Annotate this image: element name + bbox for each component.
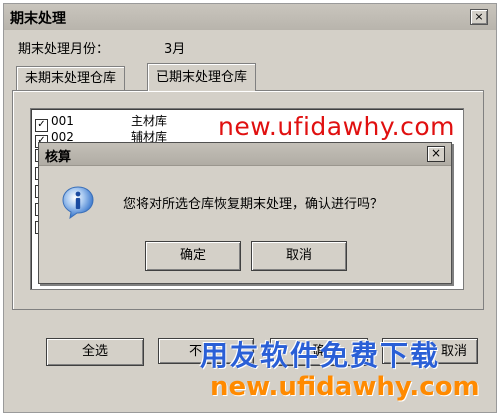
watermark-blue: 用友软件免费下载 — [200, 339, 441, 372]
tab-unprocessed-warehouses[interactable]: 未期末处理仓库 — [16, 66, 126, 91]
window-titlebar: 期末处理 × — [4, 4, 496, 30]
window-close-button[interactable]: × — [470, 9, 488, 25]
info-icon — [62, 186, 94, 219]
dialog-cancel-button[interactable]: 取消 — [251, 241, 347, 271]
dialog-close-button[interactable]: × — [427, 146, 445, 162]
select-all-button[interactable]: 全选 — [46, 338, 144, 366]
dialog-titlebar: 核算 × — [39, 143, 451, 166]
window-title: 期末处理 — [10, 11, 66, 27]
dialog-message: 您将对所选仓库恢复期末处理，确认进行吗？ — [123, 197, 384, 212]
watermark-red: new.ufidawhy.com — [218, 112, 455, 141]
dialog-title: 核算 — [45, 150, 72, 165]
watermark-orange: new.ufidawhy.com — [210, 372, 480, 402]
period-value: 3月 — [164, 42, 186, 57]
dialog-ok-button[interactable]: 确定 — [145, 241, 241, 271]
list-item[interactable]: ✓ 001 主材库 — [35, 112, 168, 132]
confirm-dialog: 核算 × 您将对所选仓库恢复期末处理，确认进行吗？ 确定 取消 — [38, 142, 452, 284]
period-label: 期末处理月份： — [18, 42, 110, 57]
tab-processed-warehouses[interactable]: 已期末处理仓库 — [147, 63, 257, 91]
warehouse-name: 主材库 — [131, 114, 168, 128]
warehouse-code: 001 — [51, 114, 74, 128]
